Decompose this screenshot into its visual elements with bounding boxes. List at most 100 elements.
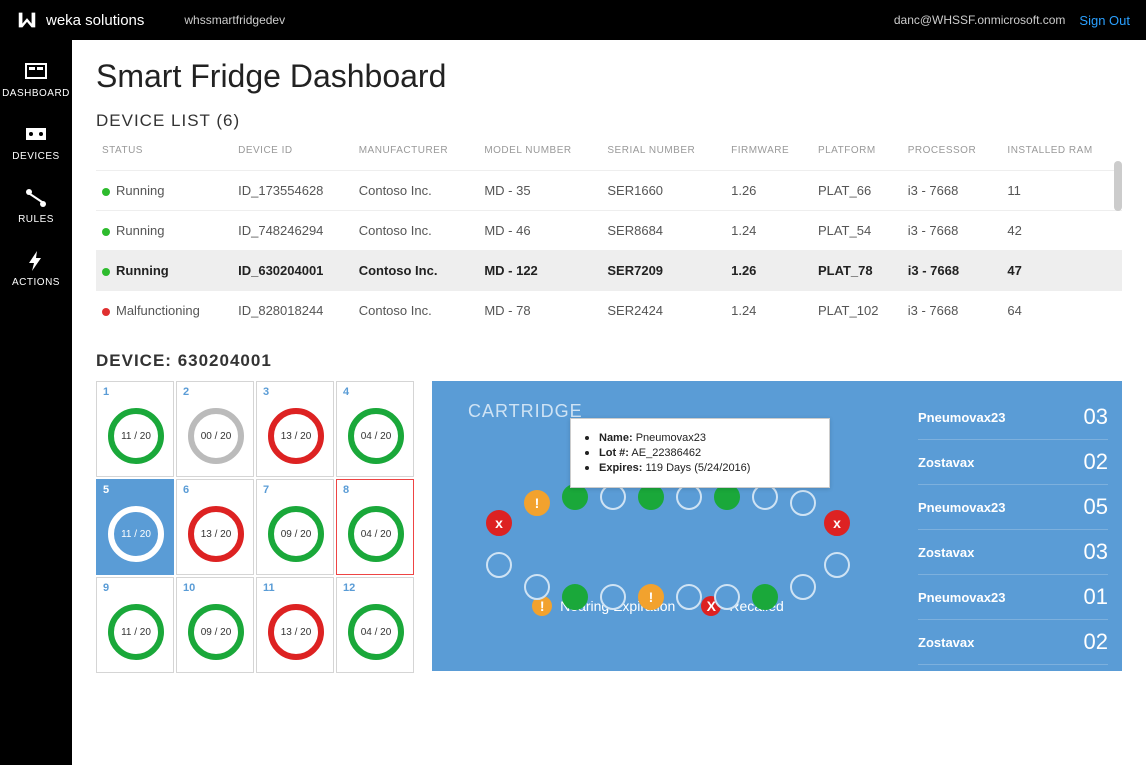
rules-icon <box>24 186 48 210</box>
sidebar-label: ACTIONS <box>12 277 60 288</box>
column-header[interactable]: PROCESSOR <box>902 137 1002 171</box>
sidebar-item-devices[interactable]: DEVICES <box>0 111 72 174</box>
cartridge-position[interactable]: ! <box>638 584 664 610</box>
cartridge-position[interactable]: x <box>486 510 512 536</box>
cartridge-position[interactable] <box>714 584 740 610</box>
column-header[interactable]: STATUS <box>96 137 232 171</box>
inventory-row[interactable]: Zostavax03 <box>918 530 1108 575</box>
cartridge-position[interactable] <box>790 490 816 516</box>
slot[interactable]: 10 09 / 20 <box>176 577 254 673</box>
cartridge-position[interactable] <box>790 574 816 600</box>
slot-number: 10 <box>183 582 247 594</box>
slot-number: 12 <box>343 582 407 594</box>
column-header[interactable]: INSTALLED RAM <box>1001 137 1122 171</box>
slot-ring: 00 / 20 <box>188 408 244 464</box>
cartridge-position[interactable] <box>676 584 702 610</box>
sidebar-label: RULES <box>18 214 54 225</box>
slot-number: 2 <box>183 386 247 398</box>
slot-ring: 13 / 20 <box>268 408 324 464</box>
slot-number: 6 <box>183 484 247 496</box>
slot-tooltip: Name: Pneumovax23 Lot #: AE_22386462 Exp… <box>570 418 830 488</box>
slot[interactable]: 12 04 / 20 <box>336 577 414 673</box>
slot[interactable]: 9 11 / 20 <box>96 577 174 673</box>
cartridge-position[interactable]: x <box>824 510 850 536</box>
inventory-row[interactable]: Zostavax02 <box>918 440 1108 485</box>
slot-ring: 13 / 20 <box>268 604 324 660</box>
brand-logo: weka solutions <box>16 9 144 31</box>
cartridge-position[interactable] <box>524 574 550 600</box>
column-header[interactable]: SERIAL NUMBER <box>601 137 725 171</box>
slot[interactable]: 8 04 / 20 <box>336 479 414 575</box>
sidebar-item-dashboard[interactable]: DASHBOARD <box>0 48 72 111</box>
inventory-row[interactable]: Zostavax04 <box>918 665 1108 671</box>
slot-number: 4 <box>343 386 407 398</box>
table-row[interactable]: RunningID_748246294Contoso Inc.MD - 46SE… <box>96 211 1122 251</box>
sidebar: DASHBOARD DEVICES RULES ACTIONS <box>0 40 72 765</box>
tenant-name: whssmartfridgedev <box>184 13 285 27</box>
cartridge-position[interactable] <box>600 584 626 610</box>
main-content: Smart Fridge Dashboard DEVICE LIST (6) S… <box>72 40 1146 765</box>
sidebar-label: DEVICES <box>12 151 59 162</box>
slot-number: 8 <box>343 484 407 496</box>
brand-name: weka solutions <box>46 12 144 29</box>
sidebar-item-rules[interactable]: RULES <box>0 174 72 237</box>
cartridge-position[interactable] <box>752 584 778 610</box>
column-header[interactable]: PLATFORM <box>812 137 902 171</box>
cartridge-oval: Name: Pneumovax23 Lot #: AE_22386462 Exp… <box>468 434 848 584</box>
slot-ring: 04 / 20 <box>348 604 404 660</box>
slot[interactable]: 5 11 / 20 <box>96 479 174 575</box>
slot-number: 5 <box>103 484 167 496</box>
scrollbar-thumb[interactable] <box>1114 161 1122 211</box>
dashboard-icon <box>24 60 48 84</box>
sign-out-link[interactable]: Sign Out <box>1079 13 1130 28</box>
inventory-list[interactable]: Pneumovax2303Zostavax02Pneumovax2305Zost… <box>918 395 1108 671</box>
devices-icon <box>24 123 48 147</box>
sidebar-item-actions[interactable]: ACTIONS <box>0 237 72 300</box>
table-row[interactable]: RunningID_630204001Contoso Inc.MD - 122S… <box>96 251 1122 291</box>
slot-ring: 11 / 20 <box>108 604 164 660</box>
slot-ring: 04 / 20 <box>348 408 404 464</box>
slot-grid: 1 11 / 202 00 / 203 13 / 204 04 / 205 11… <box>96 381 414 673</box>
inventory-row[interactable]: Pneumovax2303 <box>918 395 1108 440</box>
slot-ring: 13 / 20 <box>188 506 244 562</box>
user-email: danc@WHSSF.onmicrosoft.com <box>894 13 1066 27</box>
cartridge-position[interactable] <box>562 584 588 610</box>
slot-number: 11 <box>263 582 327 594</box>
slot[interactable]: 11 13 / 20 <box>256 577 334 673</box>
slot[interactable]: 6 13 / 20 <box>176 479 254 575</box>
column-header[interactable]: MANUFACTURER <box>353 137 479 171</box>
slot[interactable]: 4 04 / 20 <box>336 381 414 477</box>
inventory-row[interactable]: Zostavax02 <box>918 620 1108 665</box>
slot-number: 3 <box>263 386 327 398</box>
device-list-title: DEVICE LIST (6) <box>96 111 1122 131</box>
cartridge-panel: CARTRIDGE Name: Pneumovax23 Lot #: AE_22… <box>432 381 1122 671</box>
column-header[interactable]: MODEL NUMBER <box>478 137 601 171</box>
slot[interactable]: 1 11 / 20 <box>96 381 174 477</box>
slot-ring: 11 / 20 <box>108 408 164 464</box>
inventory-row[interactable]: Pneumovax2301 <box>918 575 1108 620</box>
page-title: Smart Fridge Dashboard <box>96 58 1122 95</box>
weka-logo-icon <box>16 9 38 31</box>
slot-ring: 09 / 20 <box>268 506 324 562</box>
slot[interactable]: 7 09 / 20 <box>256 479 334 575</box>
table-scrollbar[interactable] <box>1114 161 1122 333</box>
top-bar: weka solutions whssmartfridgedev danc@WH… <box>0 0 1146 40</box>
slot-number: 9 <box>103 582 167 594</box>
sidebar-label: DASHBOARD <box>2 88 70 99</box>
inventory-row[interactable]: Pneumovax2305 <box>918 485 1108 530</box>
table-row[interactable]: MalfunctioningID_828018244Contoso Inc.MD… <box>96 291 1122 331</box>
table-row[interactable]: RunningID_173554628Contoso Inc.MD - 35SE… <box>96 171 1122 211</box>
selected-device-title: DEVICE: 630204001 <box>96 351 1122 371</box>
slot-number: 1 <box>103 386 167 398</box>
column-header[interactable]: FIRMWARE <box>725 137 812 171</box>
slot-number: 7 <box>263 484 327 496</box>
slot[interactable]: 2 00 / 20 <box>176 381 254 477</box>
column-header[interactable]: DEVICE ID <box>232 137 353 171</box>
device-table-wrap: STATUSDEVICE IDMANUFACTURERMODEL NUMBERS… <box>96 137 1122 333</box>
actions-icon <box>24 249 48 273</box>
slot-ring: 09 / 20 <box>188 604 244 660</box>
cartridge-position[interactable]: ! <box>524 490 550 516</box>
cartridge-position[interactable] <box>824 552 850 578</box>
cartridge-position[interactable] <box>486 552 512 578</box>
slot[interactable]: 3 13 / 20 <box>256 381 334 477</box>
